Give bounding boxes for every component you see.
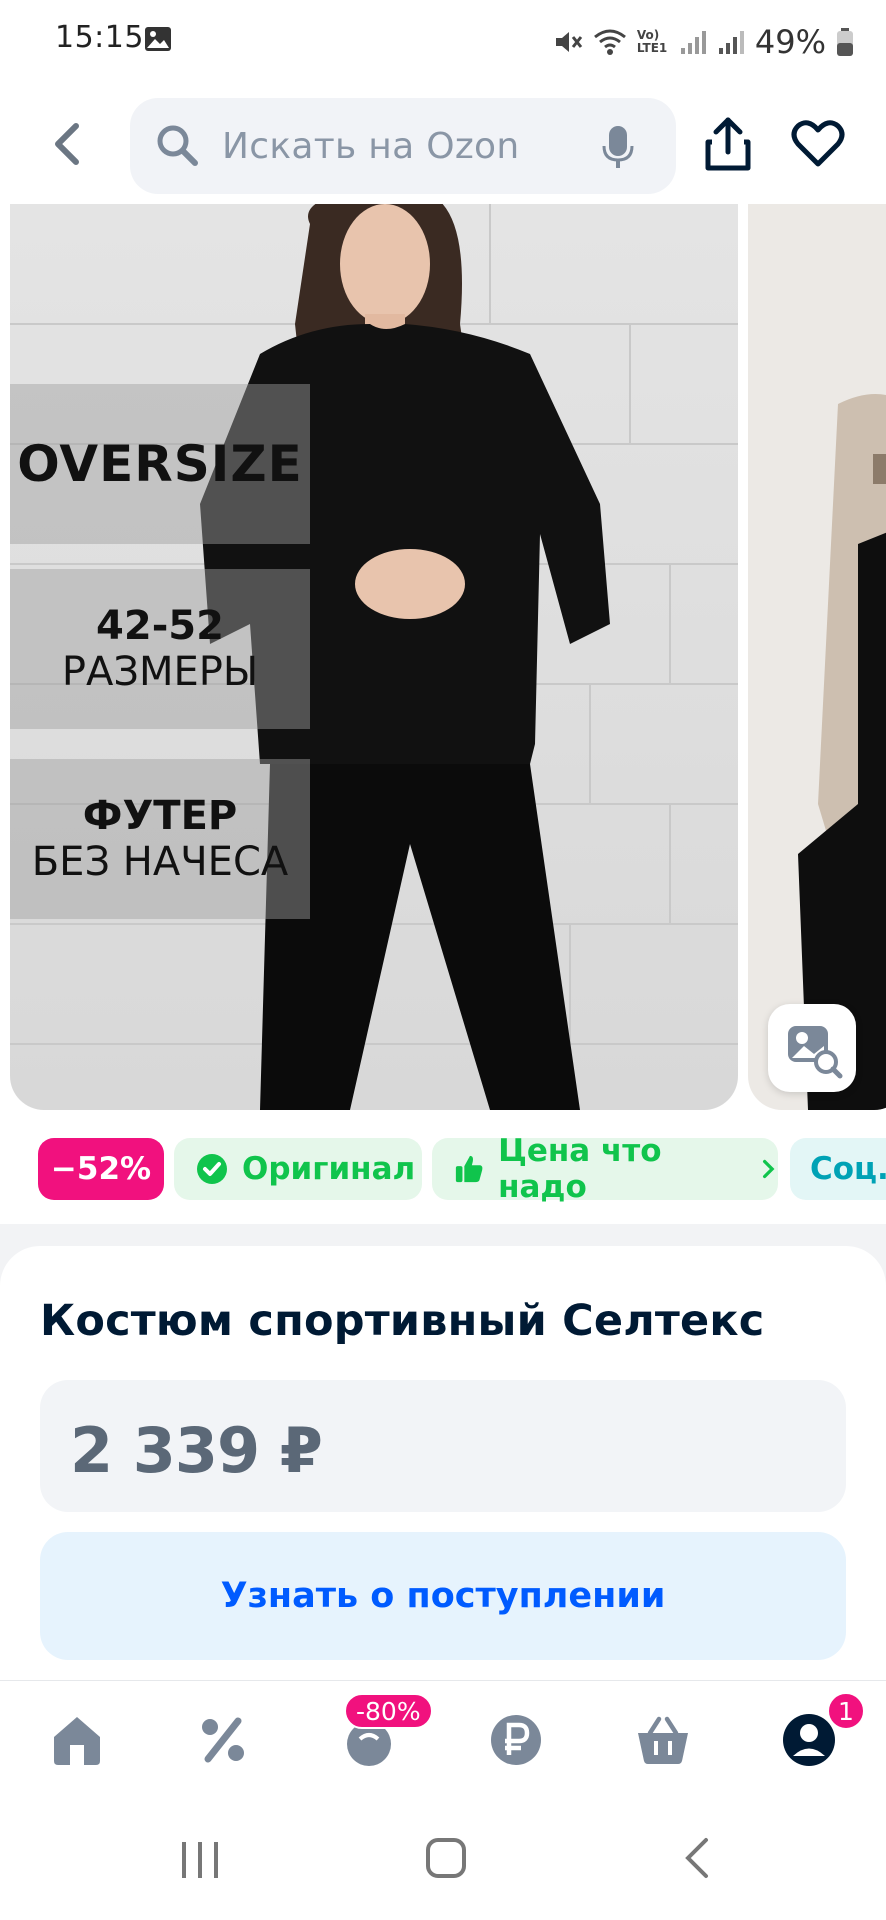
percent-icon[interactable] <box>194 1711 252 1769</box>
profile-badge: 1 <box>826 1691 866 1731</box>
image-search-icon <box>788 1026 843 1079</box>
thumbs-up-icon <box>455 1155 483 1183</box>
feature-oversize: OVERSIZE <box>10 384 310 544</box>
product-title: Костюм спортивный Селтекс <box>40 1296 765 1346</box>
system-icons: Vo) LTE1 49% <box>553 22 854 62</box>
back-icon[interactable] <box>42 114 92 174</box>
cart-icon[interactable] <box>634 1711 692 1769</box>
feature-oversize-text: OVERSIZE <box>17 435 303 493</box>
status-bar: 15:15 Vo) LTE1 49% <box>0 0 886 84</box>
heart-icon[interactable] <box>790 116 846 172</box>
feature-sizes: 42-52 РАЗМЕРЫ <box>10 569 310 729</box>
product-info-card: Костюм спортивный Селтекс 2 339 ₽ Узнать… <box>0 1246 886 1686</box>
product-price: 2 339 ₽ <box>70 1414 323 1487</box>
product-photo-next[interactable] <box>748 204 886 1110</box>
profile-badge-count: 1 <box>838 1696 854 1726</box>
discount-badge: −52% <box>38 1138 164 1200</box>
original-text: Оригинал <box>242 1151 416 1187</box>
feature-fabric-title: ФУТЕР <box>82 793 238 839</box>
feature-fabric-note: БЕЗ НАЧЕСА <box>31 839 289 885</box>
bottom-navigation: -80% 1 <box>0 1680 886 1800</box>
product-photo[interactable]: OVERSIZE 42-52 РАЗМЕРЫ ФУТЕР БЕЗ НАЧЕСА <box>10 204 738 1110</box>
mic-icon[interactable] <box>600 124 636 170</box>
good-price-text: Цена что надо <box>498 1133 662 1205</box>
promo-badge: -80% <box>344 1693 433 1729</box>
discount-text: −52% <box>50 1151 152 1187</box>
chevron-right-icon <box>763 1159 775 1179</box>
search-input[interactable]: Искать на Ozon <box>130 98 676 194</box>
visual-search-button[interactable] <box>768 1004 856 1092</box>
feature-sizes-word: РАЗМЕРЫ <box>61 649 259 695</box>
product-gallery[interactable]: OVERSIZE 42-52 РАЗМЕРЫ ФУТЕР БЕЗ НАЧЕСА <box>0 204 886 1114</box>
signal-icon <box>718 31 744 54</box>
original-badge[interactable]: Оригинал <box>174 1138 422 1200</box>
status-time: 15:15 <box>55 20 144 55</box>
battery-icon <box>837 28 853 56</box>
ruble-icon[interactable] <box>487 1711 545 1769</box>
search-icon <box>157 125 198 166</box>
wifi-icon <box>593 29 626 55</box>
battery-percent: 49% <box>754 23 826 61</box>
notify-button-label: Узнать о поступлении <box>220 1576 666 1616</box>
home-icon[interactable] <box>48 1711 106 1769</box>
home-button-icon[interactable] <box>424 1836 468 1880</box>
network-label: Vo) LTE1 <box>636 28 668 55</box>
good-price-badge[interactable]: Цена что надо <box>432 1133 778 1205</box>
recent-apps-icon[interactable] <box>178 1838 222 1882</box>
search-placeholder: Искать на Ozon <box>222 126 520 167</box>
check-circle-icon <box>197 1154 227 1184</box>
system-navigation-bar <box>0 1800 886 1920</box>
signal-icon <box>680 31 706 54</box>
back-button-icon[interactable] <box>676 1836 720 1880</box>
product-badges: −52% Оригинал Цена что надо Соц. <box>0 1114 886 1224</box>
share-icon[interactable] <box>700 114 756 176</box>
mute-icon <box>555 32 583 52</box>
social-badge[interactable]: Соц. <box>790 1138 886 1200</box>
feature-fabric: ФУТЕР БЕЗ НАЧЕСА <box>10 759 310 919</box>
promo-badge-text: -80% <box>356 1696 421 1726</box>
gallery-icon <box>145 27 171 51</box>
price-box: 2 339 ₽ <box>40 1380 846 1512</box>
next-photo-preview <box>798 394 886 1110</box>
feature-sizes-number: 42-52 <box>96 603 224 649</box>
social-text: Соц. <box>810 1151 886 1187</box>
notify-availability-button[interactable]: Узнать о поступлении <box>40 1532 846 1660</box>
top-app-bar: Искать на Ozon <box>0 84 886 204</box>
